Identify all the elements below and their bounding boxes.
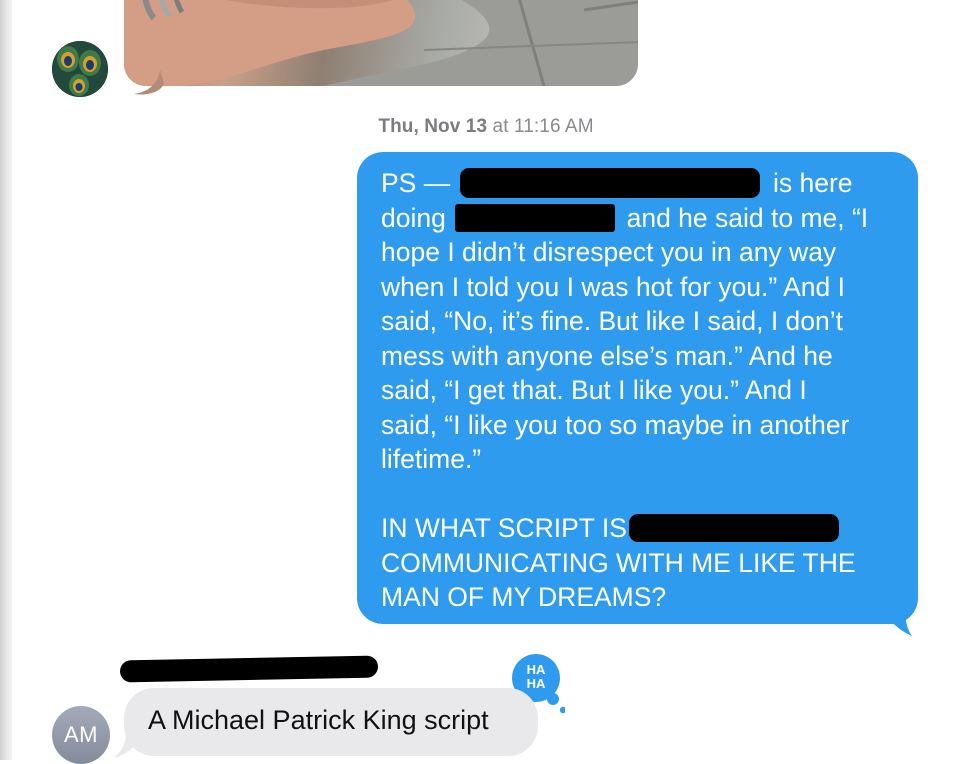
haha-line-1: HA xyxy=(527,662,546,677)
message-line: said, “No, it’s fine. But like I said, I… xyxy=(381,306,844,336)
message-line: PS — is here xyxy=(381,166,894,201)
incoming-bubble-tail xyxy=(114,722,142,758)
timestamp-time: 11:16 AM xyxy=(513,116,594,137)
timestamp-day: Thu, Nov 13 xyxy=(378,116,488,137)
redacted-name-box xyxy=(459,168,760,198)
redacted-sender-name xyxy=(119,655,379,683)
message-line: when I told you I was hot for you.” And … xyxy=(381,271,846,302)
incoming-message-text: A Michael Patrick King script xyxy=(148,705,489,735)
outgoing-message-bubble[interactable]: PS — is here doing and he said to me, “I… xyxy=(357,152,918,624)
photo-bubble-tail xyxy=(134,70,164,95)
message-line: COMMUNICATING WITH ME LIKE THE xyxy=(381,547,856,578)
photo-attachment[interactable] xyxy=(124,0,638,86)
redacted-name-box xyxy=(628,514,839,542)
message-line: MAN OF MY DREAMS? xyxy=(381,582,667,612)
message-text: PS — xyxy=(381,168,451,198)
message-line: IN WHAT SCRIPT IS xyxy=(381,511,894,546)
message-line: mess with anyone else’s man.” And he xyxy=(381,340,833,371)
sender-initials-avatar[interactable]: AM xyxy=(52,706,110,764)
message-line: said, “I get that. But I like you.” And … xyxy=(381,375,807,405)
message-line: lifetime.” xyxy=(381,444,482,474)
message-text: IN WHAT SCRIPT IS xyxy=(381,513,627,543)
peacock-avatar-icon xyxy=(52,41,108,97)
timestamp-at: at xyxy=(487,116,514,137)
outgoing-bubble-tail xyxy=(880,598,912,636)
redacted-word-box xyxy=(455,203,616,232)
message-text: doing xyxy=(381,202,446,233)
haha-line-2: HA xyxy=(527,676,546,691)
message-text: is here xyxy=(772,168,853,198)
message-line: said, “I like you too so maybe in anothe… xyxy=(381,409,850,440)
message-line: doing and he said to me, “I xyxy=(381,201,894,236)
incoming-message-bubble[interactable]: A Michael Patrick King script xyxy=(124,688,538,756)
message-timestamp: Thu, Nov 13 at 11:16 AM xyxy=(0,116,958,138)
photo-image xyxy=(124,0,638,86)
message-line: hope I didn’t disrespect you in any way xyxy=(381,237,837,267)
window-left-edge xyxy=(0,0,12,760)
message-text: and he said to me, “I xyxy=(626,202,869,233)
sender-avatar[interactable] xyxy=(52,41,108,97)
